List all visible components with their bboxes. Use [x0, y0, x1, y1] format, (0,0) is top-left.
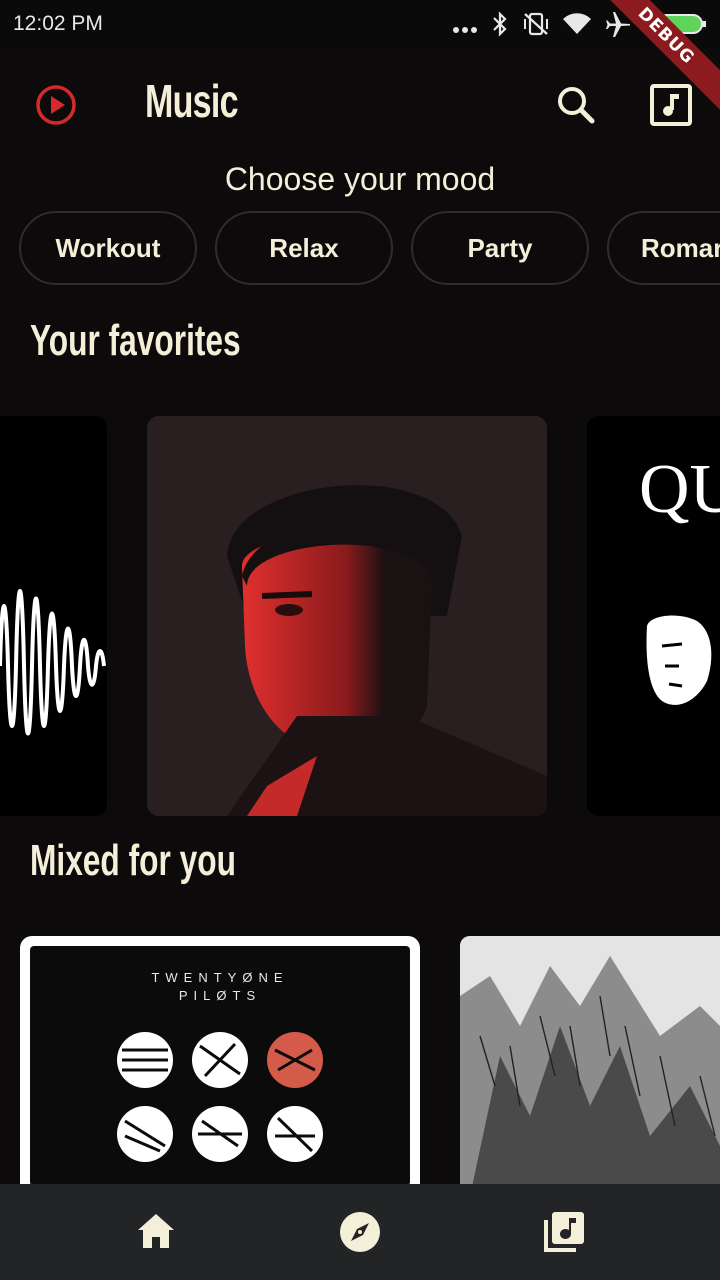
status-time: 12:02 PM	[13, 12, 103, 35]
mood-heading: Choose your mood	[224, 161, 496, 197]
album-pattern-art	[117, 1032, 323, 1162]
chip-party[interactable]: Party	[411, 211, 589, 285]
favorite-album-card[interactable]	[0, 416, 107, 816]
favorite-album-card[interactable]: QU	[587, 416, 720, 816]
bluetooth-icon	[493, 11, 507, 37]
search-icon	[558, 87, 595, 124]
music-library-button[interactable]	[648, 82, 694, 132]
soundwave-art	[0, 589, 106, 736]
mountain-art	[460, 936, 720, 1196]
app-bar: Music	[0, 48, 720, 160]
wifi-icon	[563, 13, 591, 34]
mixed-title: Mixed for you	[30, 836, 236, 885]
chip-workout[interactable]: Workout	[19, 211, 197, 285]
favorites-title: Your favorites	[30, 316, 241, 365]
play-circle-icon[interactable]	[35, 84, 77, 130]
album-text: QU	[639, 451, 720, 528]
nav-library[interactable]	[540, 1208, 588, 1256]
vibrate-off-icon	[524, 12, 548, 36]
chip-relax[interactable]: Relax	[215, 211, 393, 285]
more-dots-icon	[453, 27, 477, 33]
chip-romance[interactable]: Romar	[607, 211, 720, 285]
mix-album-card[interactable]	[460, 936, 720, 1196]
mix-album-card[interactable]: TWENTYØNE PILØTS	[20, 936, 420, 1196]
nav-home[interactable]	[132, 1208, 180, 1256]
favorite-album-card-featured[interactable]	[147, 416, 547, 816]
queen-art: QU	[587, 416, 720, 816]
explore-icon	[340, 1212, 380, 1252]
nav-explore[interactable]	[336, 1208, 384, 1256]
music-library-icon	[650, 84, 692, 126]
album-art: TWENTYØNE PILØTS	[30, 946, 410, 1186]
portrait-art	[147, 416, 547, 816]
search-button[interactable]	[555, 84, 597, 130]
library-music-icon	[544, 1212, 584, 1252]
status-bar: 12:02 PM ⚡	[0, 0, 720, 48]
home-icon	[138, 1214, 174, 1248]
bottom-navigation	[0, 1184, 720, 1280]
mood-chips: Workout Relax Party Romar	[19, 211, 720, 285]
page-title: Music	[145, 75, 239, 127]
